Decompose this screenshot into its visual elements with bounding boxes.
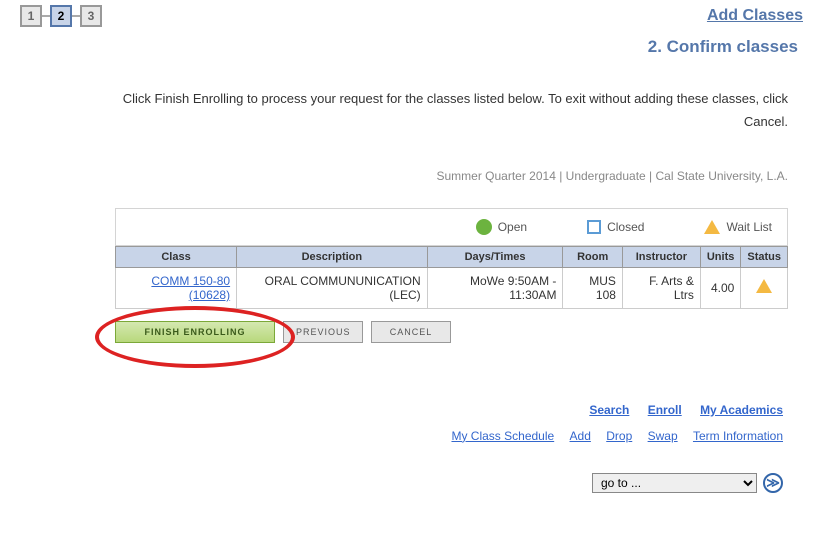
footer-myacademics-link[interactable]: My Academics — [700, 403, 783, 417]
legend-open: Open — [476, 219, 527, 235]
term-info: Summer Quarter 2014 | Undergraduate | Ca… — [115, 169, 788, 183]
classes-table: Class Description Days/Times Room Instru… — [115, 246, 788, 309]
step-2: 2 — [50, 5, 72, 27]
cell-units: 4.00 — [700, 267, 741, 308]
goto-row: go to ... ≫ — [20, 473, 783, 493]
table-row: COMM 150-80 (10628) ORAL COMMUNUNICATION… — [116, 267, 788, 308]
step-connector — [72, 15, 80, 17]
legend-waitlist: Wait List — [704, 220, 772, 234]
legend-closed-label: Closed — [607, 220, 644, 234]
step-indicator: 1 2 3 — [20, 5, 102, 27]
previous-button[interactable]: PREVIOUS — [283, 321, 363, 343]
footer-schedule-link[interactable]: My Class Schedule — [451, 429, 554, 443]
footer-search-link[interactable]: Search — [589, 403, 629, 417]
cell-description: ORAL COMMUNUNICATION (LEC) — [237, 267, 428, 308]
col-status: Status — [741, 246, 788, 267]
footer-swap-link[interactable]: Swap — [648, 429, 678, 443]
footer-enroll-link[interactable]: Enroll — [648, 403, 682, 417]
goto-select[interactable]: go to ... — [592, 473, 757, 493]
class-link[interactable]: COMM 150-80 (10628) — [151, 274, 230, 302]
footer-links: Search Enroll My Academics My Class Sche… — [20, 403, 783, 443]
legend-closed: Closed — [587, 220, 644, 234]
step-3: 3 — [80, 5, 102, 27]
col-description: Description — [237, 246, 428, 267]
cell-daystimes: MoWe 9:50AM - 11:30AM — [427, 267, 563, 308]
closed-icon — [587, 220, 601, 234]
cancel-button[interactable]: CANCEL — [371, 321, 451, 343]
cell-status — [741, 267, 788, 308]
waitlist-status-icon — [756, 279, 772, 293]
button-row: FINISH ENROLLING PREVIOUS CANCEL — [115, 321, 788, 343]
legend-open-label: Open — [498, 220, 527, 234]
confirm-subtitle: 2. Confirm classes — [20, 37, 798, 57]
page-title: Add Classes — [707, 7, 803, 25]
col-units: Units — [700, 246, 741, 267]
cell-room: MUS 108 — [563, 267, 623, 308]
finish-enrolling-button[interactable]: FINISH ENROLLING — [115, 321, 275, 343]
footer-drop-link[interactable]: Drop — [606, 429, 632, 443]
col-instructor: Instructor — [622, 246, 700, 267]
goto-arrow-icon: ≫ — [766, 475, 780, 491]
step-connector — [42, 15, 50, 17]
open-icon — [476, 219, 492, 235]
step-1: 1 — [20, 5, 42, 27]
cell-instructor: F. Arts & Ltrs — [622, 267, 700, 308]
footer-add-link[interactable]: Add — [570, 429, 591, 443]
col-daystimes: Days/Times — [427, 246, 563, 267]
col-room: Room — [563, 246, 623, 267]
col-class: Class — [116, 246, 237, 267]
instructions-text: Click Finish Enrolling to process your r… — [115, 87, 788, 134]
goto-button[interactable]: ≫ — [763, 473, 783, 493]
waitlist-icon — [704, 220, 720, 234]
legend-box: Open Closed Wait List — [115, 208, 788, 246]
legend-waitlist-label: Wait List — [726, 220, 772, 234]
footer-terminfo-link[interactable]: Term Information — [693, 429, 783, 443]
